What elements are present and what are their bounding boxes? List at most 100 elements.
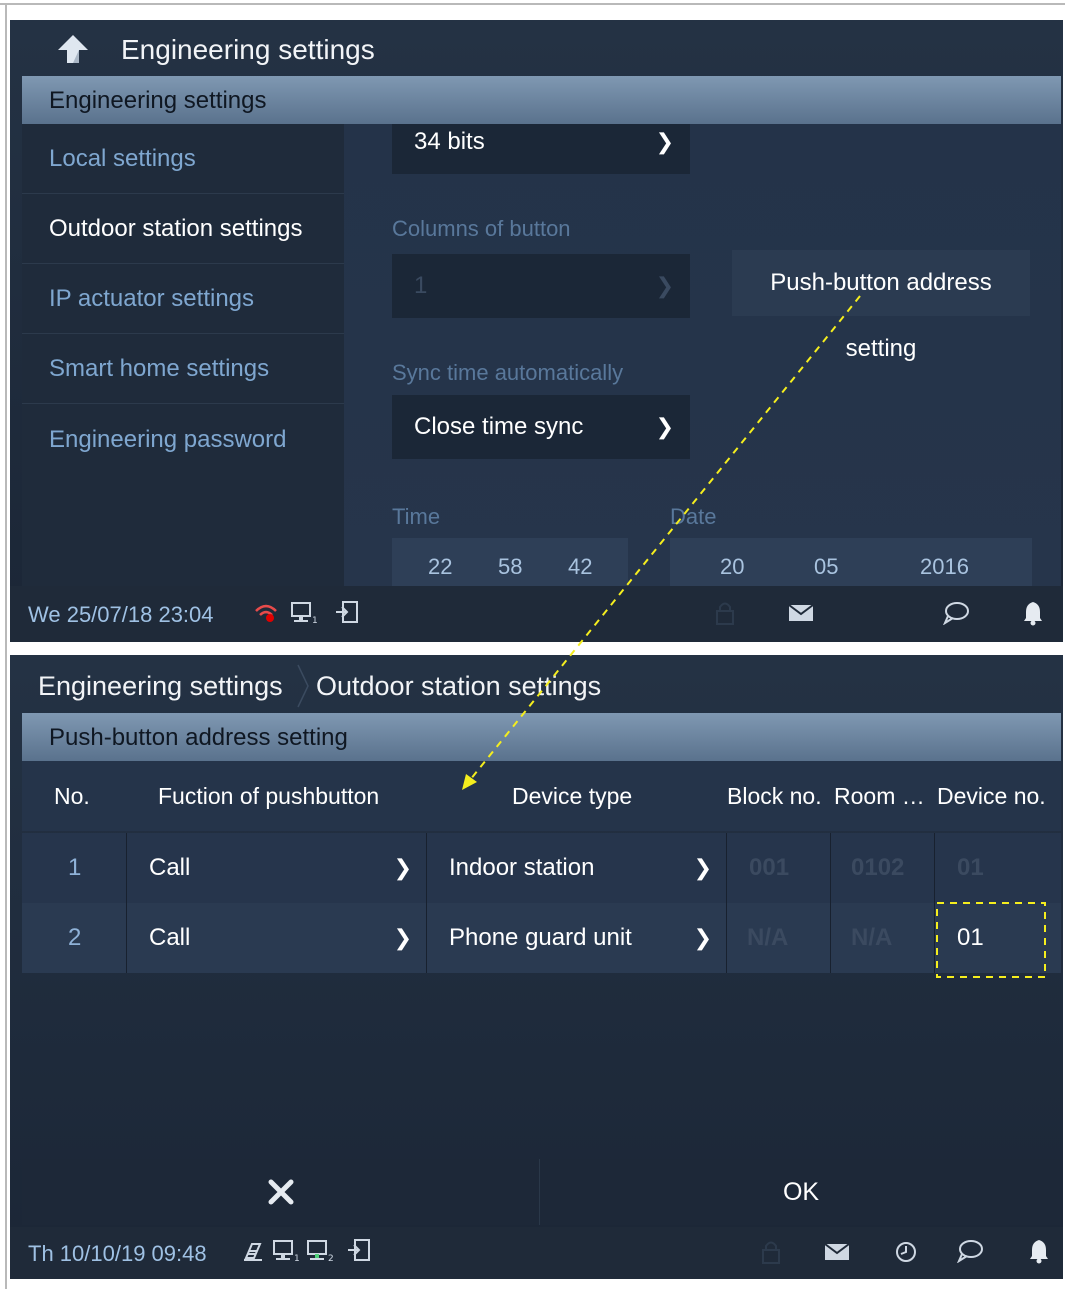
bits-value: 34 bits: [414, 128, 485, 155]
breadcrumb-root[interactable]: Engineering settings: [38, 671, 283, 702]
row-no: 1: [68, 854, 82, 881]
table-row: 1 Call ❯ Indoor station ❯ 001 0102 01: [22, 833, 1061, 903]
block-no-field: 001: [726, 833, 830, 903]
svg-text:2: 2: [328, 1254, 334, 1263]
column-header-device-type: Device type: [512, 783, 633, 809]
column-header-block-no: Block no.: [727, 783, 822, 809]
logout-door-icon[interactable]: [346, 1237, 372, 1263]
chevron-down-icon: ❯: [655, 129, 674, 154]
status-bar: We 25/07/18 23:04 1: [10, 586, 1063, 642]
chevron-down-icon: ❯: [693, 925, 712, 950]
column-header-no: No.: [54, 783, 90, 809]
columns-label: Columns of button: [392, 216, 571, 241]
sidebar-item-label: IP actuator settings: [49, 285, 255, 312]
time-minute[interactable]: 58: [498, 554, 522, 580]
action-bar: OK: [22, 1159, 1061, 1225]
table-row: 2 Call ❯ Phone guard unit ❯ N/A N/A 01: [22, 903, 1061, 973]
status-datetime: Th 10/10/19 09:48: [28, 1241, 207, 1266]
breadcrumb-current: Outdoor station settings: [316, 671, 602, 701]
device-no-input[interactable]: 01: [934, 903, 1061, 973]
wifi-off-icon: [255, 604, 277, 622]
mail-icon[interactable]: [824, 1243, 850, 1261]
table-header: No. Fuction of pushbutton Device type Bl…: [22, 761, 1061, 831]
time-second[interactable]: 42: [568, 554, 592, 580]
column-header-function: Fuction of pushbutton: [158, 783, 380, 809]
function-value: Call: [149, 854, 191, 881]
columns-value: 1: [414, 272, 428, 299]
function-dropdown[interactable]: Call ❯: [126, 903, 426, 973]
function-dropdown[interactable]: Call ❯: [126, 833, 426, 903]
chevron-down-icon: ❯: [393, 925, 412, 950]
svg-text:1: 1: [312, 616, 318, 625]
lock-icon[interactable]: [760, 1239, 782, 1265]
status-datetime: We 25/07/18 23:04: [28, 602, 214, 627]
function-value: Call: [149, 924, 191, 951]
time-label: Time: [392, 504, 441, 529]
svg-text:1: 1: [294, 1254, 300, 1263]
sidebar-item-label: Outdoor station settings: [49, 215, 303, 242]
device-type-value: Indoor station: [449, 854, 595, 881]
room-no-field: N/A: [830, 903, 934, 973]
engineering-settings-screen: Engineering settings Engineering setting…: [10, 20, 1063, 642]
bell-icon[interactable]: [1022, 600, 1044, 626]
device-type-value: Phone guard unit: [449, 924, 632, 951]
device-type-dropdown[interactable]: Phone guard unit ❯: [426, 903, 726, 973]
sidebar-item-label: Smart home settings: [49, 355, 270, 382]
row-no: 2: [68, 924, 82, 951]
mail-icon[interactable]: [788, 604, 814, 622]
sidebar-item-ip-actuator-settings[interactable]: IP actuator settings: [22, 264, 344, 334]
chevron-down-icon: ❯: [393, 855, 412, 880]
cleaning-icon: [244, 1243, 262, 1261]
sync-time-dropdown[interactable]: Close time sync ❯: [392, 395, 690, 459]
time-picker[interactable]: 22 58 42: [392, 538, 628, 586]
history-icon[interactable]: [894, 1240, 918, 1264]
date-day[interactable]: 20: [720, 554, 744, 580]
title-bar: Engineering settings: [10, 20, 1063, 76]
sidebar-item-label: Engineering password: [49, 426, 287, 453]
chat-bubble-icon[interactable]: [956, 1239, 984, 1263]
breadcrumb-separator-icon: [297, 664, 309, 708]
frame-top: [0, 3, 1065, 5]
back-arrow-icon[interactable]: [55, 33, 91, 65]
sidebar-item-engineering-password[interactable]: Engineering password: [22, 405, 344, 475]
bell-icon[interactable]: [1028, 1238, 1050, 1264]
time-hour[interactable]: 22: [428, 554, 452, 580]
sync-time-label: Sync time automatically: [392, 360, 624, 385]
columns-dropdown: 1 ❯: [392, 254, 690, 318]
network-secondary-icon: 2: [307, 1240, 334, 1263]
sidebar-item-outdoor-station-settings[interactable]: Outdoor station settings: [22, 194, 344, 264]
cancel-button[interactable]: [22, 1159, 540, 1225]
sidebar: Local settings Outdoor station settings …: [22, 124, 344, 586]
ok-button[interactable]: OK: [541, 1159, 1061, 1225]
chat-bubble-icon[interactable]: [942, 601, 970, 625]
bits-dropdown[interactable]: 34 bits ❯: [392, 124, 690, 174]
section-header: Push-button address setting: [22, 713, 1061, 761]
push-button-address-setting-button[interactable]: Push-button address setting: [732, 250, 1030, 362]
column-header-device-no: Device no.: [937, 783, 1046, 809]
sidebar-item-smart-home-settings[interactable]: Smart home settings: [22, 334, 344, 404]
date-picker[interactable]: 20 05 2016: [670, 538, 1032, 586]
sidebar-item-label: Local settings: [49, 145, 196, 172]
date-label: Date: [670, 504, 717, 529]
lock-icon[interactable]: [714, 600, 736, 626]
chevron-down-icon: ❯: [693, 855, 712, 880]
date-month[interactable]: 05: [814, 554, 838, 580]
date-year[interactable]: 2016: [920, 554, 969, 580]
network-icon: 1: [291, 602, 318, 625]
push-button-address-screen: Engineering settings Outdoor station set…: [10, 655, 1063, 1279]
column-header-room: Room …: [834, 783, 925, 809]
section-header: Engineering settings: [22, 76, 1061, 124]
status-bar: Th 10/10/19 09:48 1 2: [10, 1227, 1063, 1279]
sidebar-item-local-settings[interactable]: Local settings: [22, 124, 344, 194]
chevron-down-icon: ❯: [655, 414, 674, 439]
block-no-field: N/A: [726, 903, 830, 973]
logout-door-icon[interactable]: [334, 599, 360, 625]
close-icon: [268, 1179, 293, 1205]
device-no-field: 01: [934, 833, 1061, 903]
chevron-down-icon: ❯: [655, 273, 674, 298]
device-type-dropdown[interactable]: Indoor station ❯: [426, 833, 726, 903]
sync-time-value: Close time sync: [414, 413, 584, 440]
frame-left: [5, 3, 7, 1289]
settings-content: 34 bits ❯ Columns of button 1 ❯ Push-but…: [344, 124, 1061, 586]
page-title: Engineering settings: [121, 34, 375, 65]
